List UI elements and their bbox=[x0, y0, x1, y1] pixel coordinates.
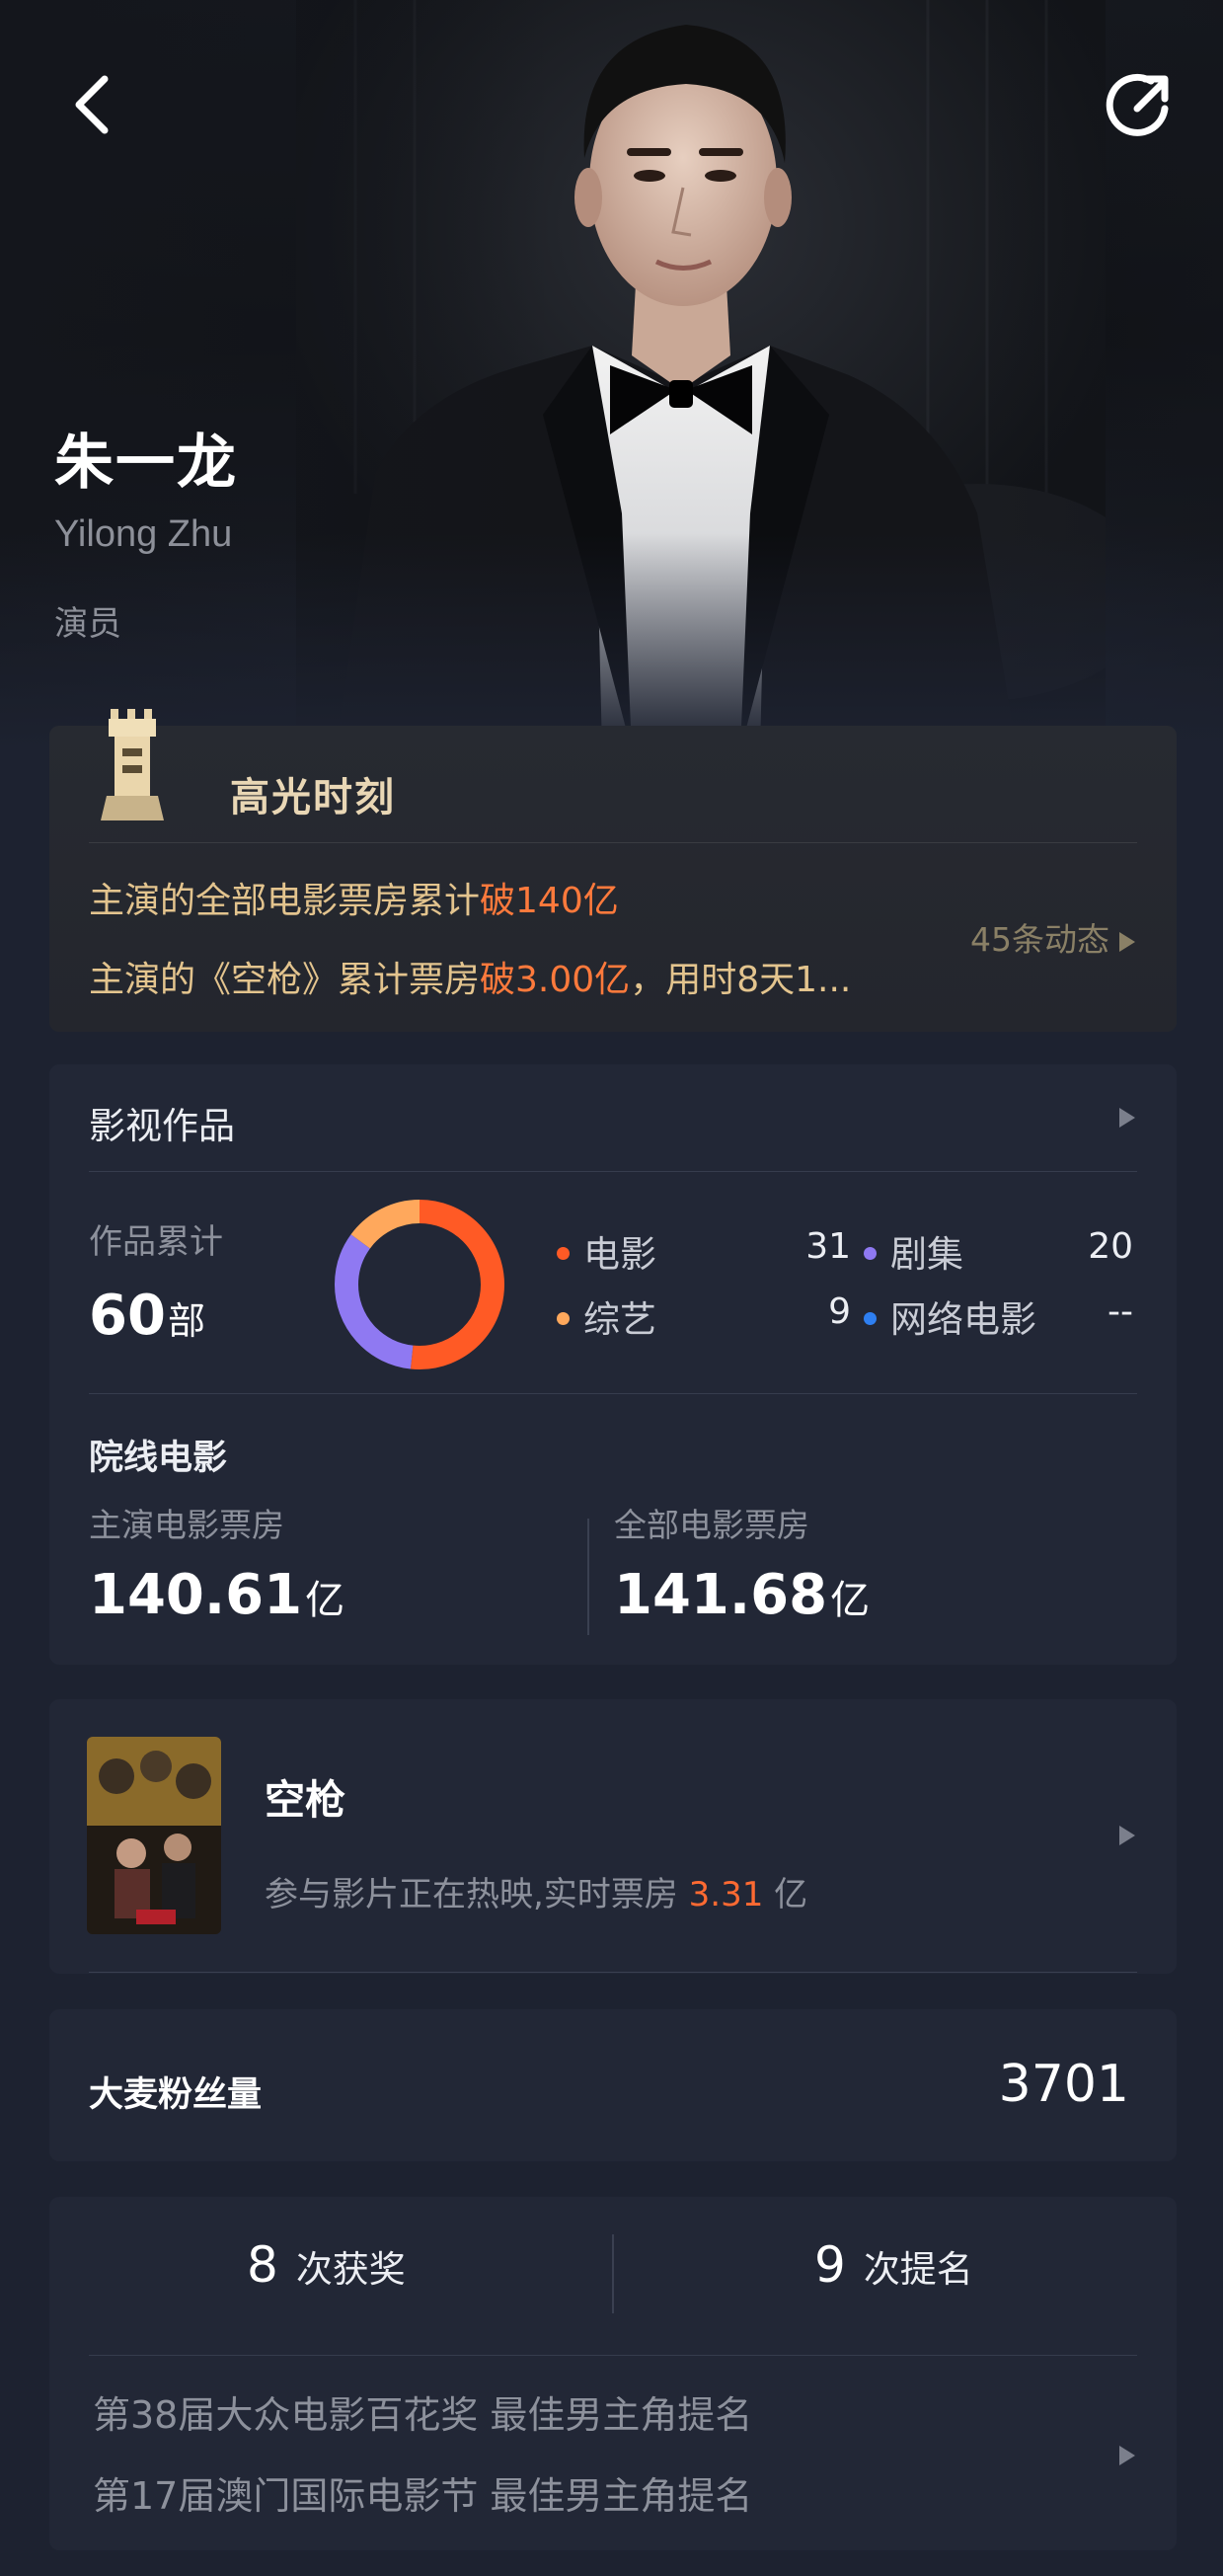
awards-card[interactable]: 8 次获奖 9 次提名 第38届大众电影百花奖 最佳男主角提名 第17届澳门国际电影… bbox=[49, 2197, 1177, 2550]
legend-series: 剧集 bbox=[864, 1224, 963, 1278]
highlight-tower-icon bbox=[101, 709, 164, 820]
lead-box-office-value: 140.61亿 bbox=[89, 1563, 344, 1627]
awards-divider bbox=[89, 2355, 1137, 2356]
works-title: 影视作品 bbox=[89, 1105, 235, 1147]
movie-arrow-icon bbox=[1119, 1826, 1135, 1845]
fans-label: 大麦粉丝量 bbox=[89, 2075, 263, 2115]
highlight-more-label: 45条动态 bbox=[970, 920, 1109, 959]
legend-dot bbox=[557, 1312, 570, 1325]
now-showing-movie-card[interactable]: 空枪 参与影片正在热映,实时票房 3.31 亿 bbox=[49, 1699, 1177, 1974]
legend-label: 电影 bbox=[583, 1233, 656, 1276]
highlight-text: 主演的《空枪》累计票房 bbox=[89, 960, 481, 1000]
movie-bottom-line bbox=[89, 1972, 1137, 1973]
works-total-label: 作品累计 bbox=[89, 1222, 223, 1262]
highlight-item[interactable]: 主演的全部电影票房累计破140亿 bbox=[89, 872, 619, 923]
awards-arrow-icon bbox=[1119, 2446, 1135, 2465]
movie-title: 空枪 bbox=[265, 1776, 345, 1824]
nominations-count: 9 bbox=[814, 2236, 846, 2294]
legend-value-variety: 9 bbox=[828, 1291, 851, 1332]
actor-name: 朱一龙 bbox=[54, 429, 238, 498]
award-item: 第17届澳门国际电影节 最佳男主角提名 bbox=[93, 2474, 753, 2518]
highlight-title: 高光时刻 bbox=[230, 775, 396, 820]
highlight-strong-text: 破3.00亿 bbox=[480, 960, 631, 1000]
works-donut-chart bbox=[335, 1200, 504, 1369]
works-divider bbox=[89, 1171, 1137, 1172]
wins-label: 次获奖 bbox=[295, 2248, 406, 2291]
movie-subtitle-text: 参与影片正在热映,实时票房 bbox=[265, 1875, 689, 1914]
legend-label: 综艺 bbox=[583, 1298, 656, 1341]
works-total-unit: 部 bbox=[167, 1299, 205, 1343]
wins-count: 8 bbox=[247, 2236, 278, 2294]
play-arrow-icon bbox=[1119, 931, 1135, 952]
nominations-label: 次提名 bbox=[863, 2248, 973, 2291]
movie-subtitle-unit: 亿 bbox=[763, 1875, 808, 1914]
highlight-item[interactable]: 主演的《空枪》累计票房破3.00亿，用时8天1... bbox=[89, 951, 977, 1002]
movie-poster-image bbox=[87, 1737, 221, 1934]
legend-dot bbox=[557, 1247, 570, 1260]
works-card: 影视作品 作品累计 60部 电影 31 剧集 20 综艺 9 网络电影 -- 院… bbox=[49, 1064, 1177, 1665]
fans-count: 3701 bbox=[998, 2055, 1129, 2114]
hero-bottom-fade bbox=[0, 533, 1223, 750]
actor-name-english: Yilong Zhu bbox=[54, 513, 233, 555]
actor-role: 演员 bbox=[54, 604, 121, 644]
all-box-office-value: 141.68亿 bbox=[614, 1563, 870, 1627]
legend-dot bbox=[864, 1312, 877, 1325]
movie-live-box-office: 3.31 bbox=[688, 1875, 764, 1914]
highlight-card[interactable]: 高光时刻 主演的全部电影票房累计破140亿 主演的《空枪》累计票房破3.00亿，… bbox=[49, 709, 1177, 1032]
legend-value-movie: 31 bbox=[805, 1226, 851, 1267]
lead-box-office-label: 主演电影票房 bbox=[89, 1506, 284, 1544]
awards-separator bbox=[612, 2234, 614, 2313]
highlight-more-link[interactable]: 45条动态 bbox=[970, 913, 1135, 961]
wins-summary: 8 次获奖 bbox=[247, 2236, 406, 2294]
all-box-office-label: 全部电影票房 bbox=[614, 1506, 809, 1544]
all-box-office-number: 141.68 bbox=[614, 1563, 828, 1627]
all-box-office-unit: 亿 bbox=[830, 1578, 871, 1623]
highlight-text: 主演的全部电影票房累计 bbox=[89, 881, 481, 921]
lead-box-office-number: 140.61 bbox=[89, 1563, 303, 1627]
lead-box-office-unit: 亿 bbox=[305, 1578, 345, 1623]
fans-card: 大麦粉丝量 3701 bbox=[49, 2009, 1177, 2161]
works-total-number: 60 bbox=[89, 1284, 166, 1348]
works-more-arrow-icon[interactable] bbox=[1119, 1108, 1135, 1128]
nominations-summary: 9 次提名 bbox=[814, 2236, 973, 2294]
box-office-separator bbox=[587, 1519, 589, 1635]
chevron-left-icon bbox=[75, 75, 109, 134]
cinema-movies-title: 院线电影 bbox=[89, 1439, 228, 1478]
works-divider bbox=[89, 1393, 1137, 1394]
award-item: 第38届大众电影百花奖 最佳男主角提名 bbox=[93, 2393, 753, 2437]
highlight-strong-text: 破140亿 bbox=[480, 881, 619, 921]
legend-value-series: 20 bbox=[1088, 1226, 1133, 1267]
highlight-divider bbox=[89, 842, 1137, 843]
works-total-value: 60部 bbox=[89, 1284, 205, 1348]
legend-label: 网络电影 bbox=[890, 1298, 1036, 1341]
profile-hero: 朱一龙 Yilong Zhu 演员 bbox=[0, 0, 1223, 750]
movie-subtitle: 参与影片正在热映,实时票房 3.31 亿 bbox=[265, 1867, 807, 1915]
highlight-text: ，用时8天1... bbox=[630, 960, 852, 1000]
back-button[interactable] bbox=[61, 69, 120, 138]
legend-web-movie: 网络电影 bbox=[864, 1289, 1036, 1343]
share-icon bbox=[1106, 73, 1169, 136]
legend-dot bbox=[864, 1247, 877, 1260]
legend-label: 剧集 bbox=[890, 1233, 963, 1276]
legend-movie: 电影 bbox=[557, 1224, 656, 1278]
share-button[interactable] bbox=[1104, 69, 1175, 140]
legend-variety: 综艺 bbox=[557, 1289, 656, 1343]
legend-value-web-movie: -- bbox=[1108, 1291, 1133, 1332]
